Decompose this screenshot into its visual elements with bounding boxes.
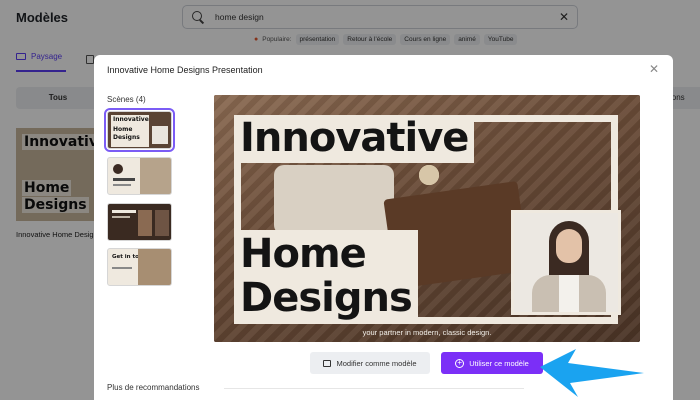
scene-title-line: Innovative bbox=[113, 116, 149, 123]
scene-thumbnail-1[interactable]: Innovative Home Designs bbox=[104, 108, 175, 152]
preview-title-lines: Home Designs bbox=[234, 230, 418, 322]
template-icon bbox=[323, 359, 332, 367]
use-button-label: Utiliser ce modèle bbox=[469, 358, 529, 368]
presenter-avatar bbox=[511, 210, 621, 315]
more-recommendations-heading: Plus de recommandations bbox=[107, 383, 200, 392]
scene-preview: Innovative Home Designs your partner in … bbox=[214, 95, 640, 342]
preview-title-line-1: Innovative bbox=[234, 115, 475, 163]
scene-thumbnail-3[interactable] bbox=[107, 203, 172, 241]
preview-title-line-3: Designs bbox=[240, 275, 413, 321]
arrow-pointer-icon bbox=[540, 349, 644, 397]
plus-circle-icon: + bbox=[455, 358, 465, 368]
preview-title-line-2: Home bbox=[240, 231, 367, 277]
close-icon[interactable]: ✕ bbox=[649, 62, 659, 76]
preview-subtitle: your partner in modern, classic design. bbox=[362, 328, 492, 337]
scenes-label: Scènes (4) bbox=[107, 95, 146, 104]
scene-thumbnail-4[interactable]: Get in touch bbox=[107, 248, 172, 286]
scene-title-line: Designs bbox=[113, 134, 140, 141]
edit-as-template-button[interactable]: Modifier comme modèle bbox=[310, 352, 430, 374]
edit-button-label: Modifier comme modèle bbox=[336, 358, 417, 368]
use-template-button[interactable]: + Utiliser ce modèle bbox=[441, 352, 543, 374]
divider bbox=[224, 388, 524, 389]
modal-title: Innovative Home Designs Presentation bbox=[107, 65, 263, 75]
scene-title-line: Home bbox=[113, 126, 133, 133]
scene-thumbnail-2[interactable] bbox=[107, 157, 172, 195]
